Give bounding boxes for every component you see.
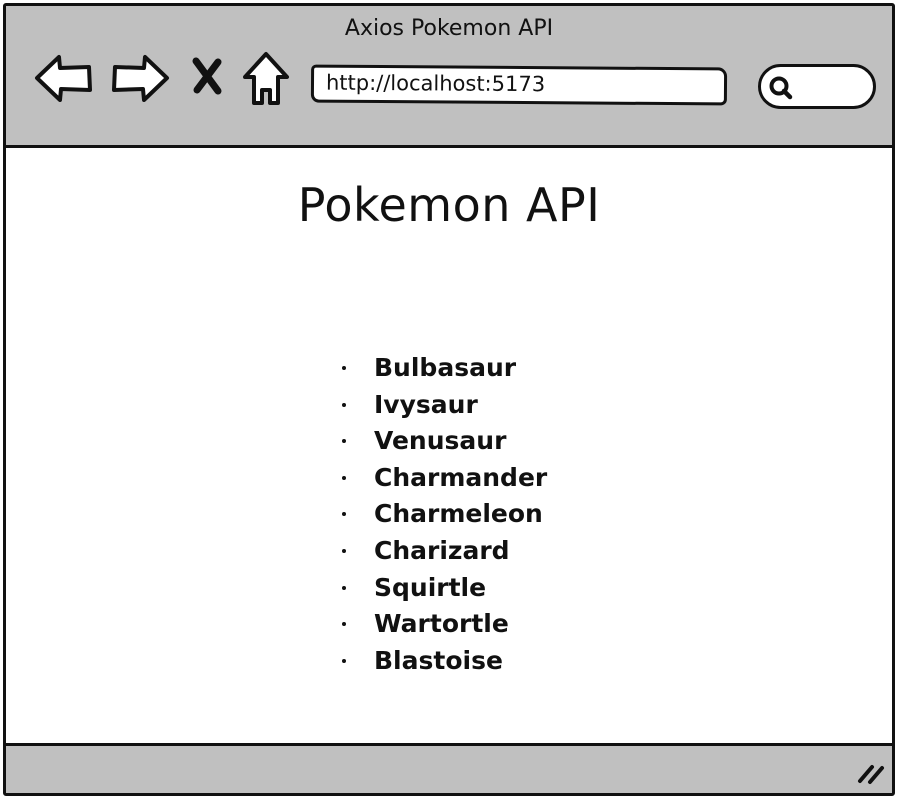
pokemon-name: Blastoise	[374, 645, 503, 675]
browser-toolbar: Axios Pokemon API http://localhost:5173	[6, 6, 892, 148]
pokemon-name: Squirtle	[374, 572, 487, 602]
back-arrow-icon[interactable]	[33, 52, 95, 104]
list-item: Wartortle	[336, 606, 547, 643]
list-item: Squirtle	[336, 570, 547, 607]
bullet-icon	[342, 402, 346, 407]
list-item: Venusaur	[336, 423, 547, 460]
pokemon-name: Charmander	[374, 462, 548, 492]
pokemon-name: Venusaur	[374, 426, 507, 456]
bullet-icon	[342, 475, 346, 480]
list-item: Charmeleon	[336, 496, 547, 533]
list-item: Blastoise	[336, 643, 547, 680]
bullet-icon	[342, 512, 346, 517]
pokemon-list: Bulbasaur Ivysaur Venusaur Charmander Ch…	[336, 350, 547, 679]
list-item: Ivysaur	[336, 387, 547, 424]
stop-icon[interactable]	[189, 56, 225, 96]
bullet-icon	[342, 439, 346, 444]
list-item: Charmander	[336, 460, 547, 497]
search-icon[interactable]	[768, 75, 794, 101]
home-icon[interactable]	[240, 50, 292, 108]
resize-grip-icon[interactable]	[856, 761, 886, 785]
forward-arrow-icon[interactable]	[109, 52, 171, 104]
pokemon-name: Charmeleon	[374, 499, 543, 529]
url-text[interactable]: http://localhost:5173	[326, 71, 545, 97]
bullet-icon	[342, 658, 346, 663]
page-content: Pokemon API Bulbasaur Ivysaur Venusaur C…	[6, 148, 892, 746]
search-field[interactable]	[758, 64, 876, 109]
address-bar[interactable]: http://localhost:5173	[310, 64, 728, 106]
browser-window: Axios Pokemon API http://localhost:5173	[3, 3, 895, 796]
status-bar	[6, 743, 892, 793]
pokemon-name: Ivysaur	[374, 389, 478, 419]
pokemon-name: Wartortle	[374, 609, 509, 639]
list-item: Charizard	[336, 533, 547, 570]
bullet-icon	[342, 585, 346, 590]
bullet-icon	[342, 366, 346, 370]
window-title: Axios Pokemon API	[344, 16, 554, 41]
bullet-icon	[342, 622, 346, 627]
pokemon-name: Charizard	[374, 535, 510, 565]
page-title: Pokemon API	[297, 178, 601, 232]
list-item: Bulbasaur	[336, 350, 547, 387]
bullet-icon	[342, 548, 346, 553]
pokemon-name: Bulbasaur	[374, 353, 517, 382]
